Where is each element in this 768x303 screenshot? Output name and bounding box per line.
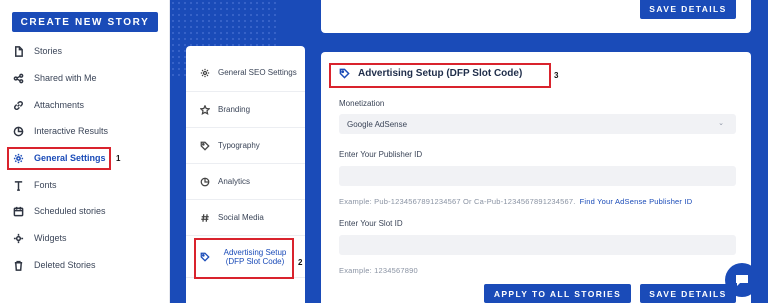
gear-icon xyxy=(200,68,210,78)
trash-icon xyxy=(12,259,24,271)
chat-button[interactable] xyxy=(725,263,759,297)
advertising-setup-card: Advertising Setup (DFP Slot Code) Moneti… xyxy=(321,52,751,303)
slot-id-label: Enter Your Slot ID xyxy=(339,219,403,228)
annotation-box-1 xyxy=(7,147,111,170)
sidebar-item-label: Interactive Results xyxy=(34,126,109,136)
pie-chart-icon xyxy=(12,125,24,137)
sidebar-item-label: Widgets xyxy=(34,233,67,243)
sidebar-item-label: Stories xyxy=(34,46,63,56)
submenu-item-label: Typography xyxy=(218,141,260,150)
submenu-item-label: Social Media xyxy=(218,213,264,222)
star-icon xyxy=(200,104,210,115)
sidebar-item-fonts[interactable]: Fonts xyxy=(12,175,162,195)
widget-icon xyxy=(12,232,24,244)
create-new-story-button[interactable]: CREATE NEW STORY xyxy=(12,12,158,32)
monetization-select[interactable]: Google AdSense ⌄ xyxy=(339,114,736,134)
monetization-label: Monetization xyxy=(339,99,385,108)
tag-icon xyxy=(200,141,210,151)
annotation-number-3: 3 xyxy=(554,71,559,80)
save-details-button[interactable]: SAVE DETAILS xyxy=(640,284,736,303)
find-publisher-id-link[interactable]: Find Your AdSense Publisher ID xyxy=(580,197,693,206)
sidebar-item-label: Attachments xyxy=(34,100,85,110)
sidebar-item-deleted-stories[interactable]: Deleted Stories xyxy=(12,255,162,275)
font-icon xyxy=(12,179,24,191)
link-icon xyxy=(12,99,24,111)
sidebar-item-label: Shared with Me xyxy=(34,73,97,83)
annotation-box-3 xyxy=(329,63,551,88)
apply-to-all-stories-button[interactable]: APPLY TO ALL STORIES xyxy=(484,284,631,303)
sidebar-item-label: Fonts xyxy=(34,180,57,190)
annotation-number-1: 1 xyxy=(116,154,121,163)
submenu-item-branding[interactable]: Branding xyxy=(186,92,305,128)
submenu-item-social-media[interactable]: Social Media xyxy=(186,200,305,236)
sidebar-item-shared[interactable]: Shared with Me xyxy=(12,68,162,88)
sidebar-item-widgets[interactable]: Widgets xyxy=(12,228,162,248)
annotation-number-2: 2 xyxy=(298,258,303,267)
submenu-item-general-seo[interactable]: General SEO Settings xyxy=(186,54,305,92)
submenu-item-label: Analytics xyxy=(218,177,251,186)
chat-icon xyxy=(736,275,748,286)
calendar-icon xyxy=(12,205,24,217)
publisher-id-hint: Example: Pub-1234567891234567 Or Ca-Pub-… xyxy=(339,197,692,206)
sidebar-item-stories[interactable]: Stories xyxy=(12,41,162,61)
save-details-top-button[interactable]: SAVE DETAILS xyxy=(640,0,736,19)
sidebar-item-interactive-results[interactable]: Interactive Results xyxy=(12,121,162,141)
submenu-item-label: Branding xyxy=(218,105,251,114)
chevron-down-icon: ⌄ xyxy=(718,120,724,127)
monetization-value: Google AdSense xyxy=(347,119,408,129)
pie-chart-icon xyxy=(200,177,210,187)
sidebar-item-label: Scheduled stories xyxy=(34,206,106,216)
submenu-item-label: General SEO Settings xyxy=(218,68,297,77)
publisher-id-input[interactable] xyxy=(339,166,736,186)
annotation-box-2 xyxy=(194,238,294,279)
publisher-id-hint-text: Example: Pub-1234567891234567 Or Ca-Pub-… xyxy=(339,197,576,206)
publisher-id-label: Enter Your Publisher ID xyxy=(339,150,423,159)
sidebar-item-label: Deleted Stories xyxy=(34,260,96,270)
sidebar-item-attachments[interactable]: Attachments xyxy=(12,95,162,115)
slot-id-input[interactable] xyxy=(339,235,736,255)
share-icon xyxy=(12,72,24,84)
slot-id-hint: Example: 1234567890 xyxy=(339,266,418,275)
submenu-item-analytics[interactable]: Analytics xyxy=(186,164,305,200)
sidebar-item-scheduled-stories[interactable]: Scheduled stories xyxy=(12,201,162,221)
submenu-item-typography[interactable]: Typography xyxy=(186,128,305,164)
file-icon xyxy=(12,45,24,57)
top-card: SAVE DETAILS xyxy=(321,0,751,33)
hash-icon xyxy=(200,213,210,223)
